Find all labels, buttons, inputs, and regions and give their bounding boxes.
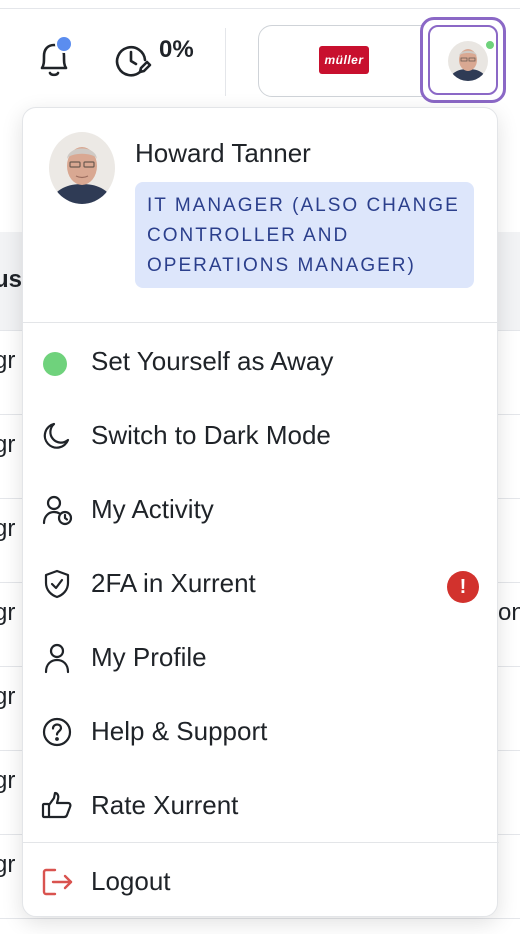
- menu-item-set-away[interactable]: Set Yourself as Away: [23, 324, 499, 398]
- shield-check-icon: [41, 568, 73, 600]
- user-menu-button[interactable]: [420, 17, 506, 103]
- table-cell-fragment: gr: [0, 515, 16, 542]
- menu-item-label: My Activity: [91, 494, 214, 524]
- menu-divider: [23, 842, 499, 843]
- logout-icon: [41, 866, 73, 898]
- question-circle-icon: [41, 716, 73, 748]
- table-cell-fragment: gr: [0, 431, 16, 458]
- table-cell-fragment: gr: [0, 767, 16, 794]
- user-dropdown-menu: Howard Tanner IT MANAGER (ALSO CHANGE CO…: [22, 107, 499, 918]
- menu-item-label: Switch to Dark Mode: [91, 420, 331, 450]
- moon-icon: [41, 420, 73, 452]
- table-row-divider: [0, 918, 520, 919]
- menu-item-rate[interactable]: Rate Xurrent: [23, 768, 499, 842]
- notification-badge: [55, 35, 73, 53]
- toolbar-divider: [225, 28, 226, 96]
- status-dot-icon: [43, 352, 67, 376]
- page-top-border: [0, 8, 520, 9]
- table-cell-fragment: gr: [0, 347, 16, 374]
- menu-item-label: Rate Xurrent: [91, 790, 239, 820]
- menu-item-2fa[interactable]: 2FA in Xurrent !: [23, 546, 499, 620]
- alert-icon: !: [447, 571, 479, 603]
- menu-item-my-activity[interactable]: My Activity: [23, 472, 499, 546]
- menu-item-label: My Profile: [91, 642, 207, 672]
- menu-divider: [23, 322, 499, 323]
- user-clock-icon: [41, 494, 73, 526]
- profile-header: Howard Tanner IT MANAGER (ALSO CHANGE CO…: [23, 108, 499, 323]
- table-cell-fragment: gr: [0, 683, 16, 710]
- table-cell-fragment-right: on: [498, 599, 520, 626]
- account-logo: müller: [319, 46, 369, 74]
- table-cell-fragment: gr: [0, 599, 16, 626]
- user-icon: [41, 642, 73, 674]
- stopwatch-icon[interactable]: [112, 40, 154, 82]
- user-name: Howard Tanner: [135, 138, 311, 168]
- avatar: [448, 41, 488, 81]
- menu-item-help-support[interactable]: Help & Support: [23, 694, 499, 768]
- thumbs-up-icon: [41, 790, 73, 822]
- table-column-header: us: [0, 266, 23, 293]
- menu-item-label: Logout: [91, 866, 171, 896]
- menu-item-dark-mode[interactable]: Switch to Dark Mode: [23, 398, 499, 472]
- menu-item-label: 2FA in Xurrent: [91, 568, 256, 598]
- avatar: [49, 132, 115, 204]
- menu-item-logout[interactable]: Logout: [23, 844, 499, 918]
- menu-item-label: Help & Support: [91, 716, 268, 746]
- menu-item-my-profile[interactable]: My Profile: [23, 620, 499, 694]
- role-badge: IT MANAGER (ALSO CHANGE CONTROLLER AND O…: [135, 182, 474, 288]
- table-cell-fragment: gr: [0, 851, 16, 878]
- menu-item-label: Set Yourself as Away: [91, 346, 334, 376]
- time-progress-value: 0%: [159, 36, 194, 63]
- online-status-indicator: [484, 39, 496, 51]
